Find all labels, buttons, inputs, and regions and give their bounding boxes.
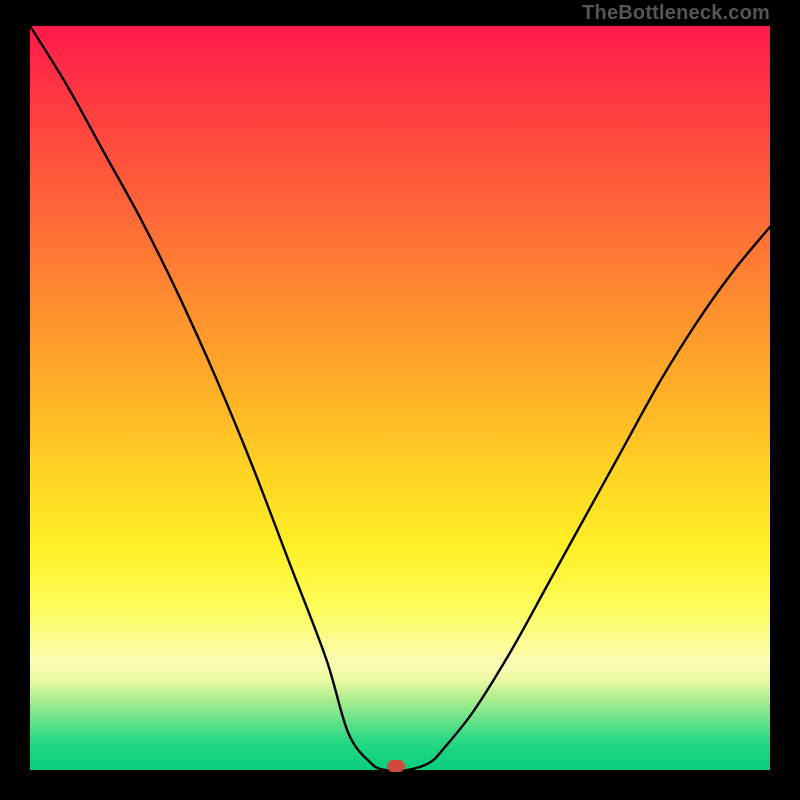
plot-area xyxy=(30,26,770,770)
attribution-label: TheBottleneck.com xyxy=(582,2,770,25)
optimal-point-marker xyxy=(387,760,405,772)
bottleneck-curve-path xyxy=(30,26,770,770)
chart-frame: TheBottleneck.com xyxy=(0,0,800,800)
curve-svg xyxy=(30,26,770,770)
